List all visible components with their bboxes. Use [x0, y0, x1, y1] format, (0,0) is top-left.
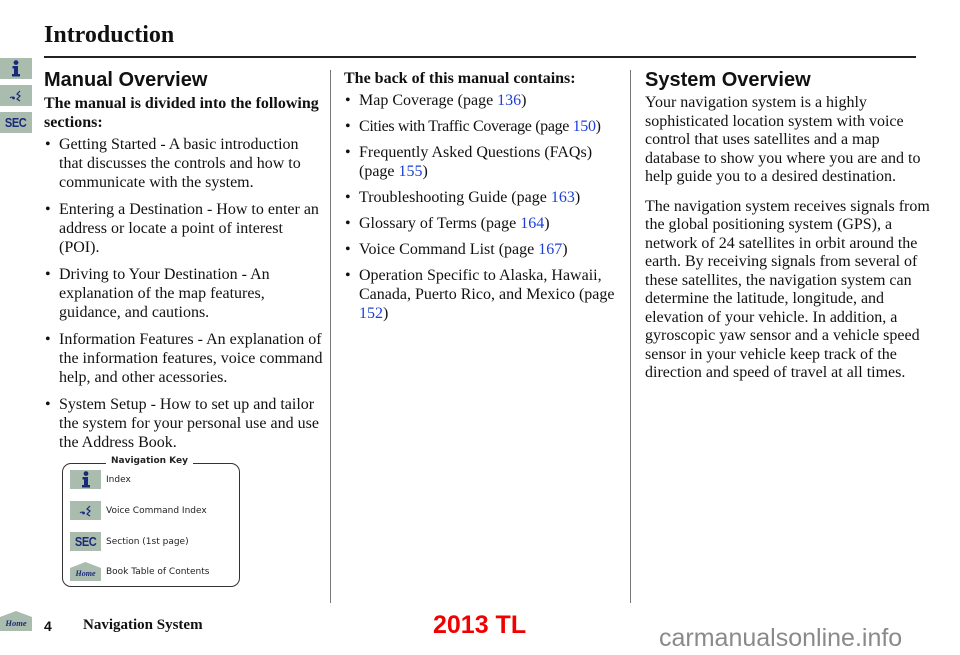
page-link[interactable]: 136 [497, 92, 521, 109]
nav-key-label: Section (1st page) [106, 536, 189, 547]
column-divider [330, 70, 331, 603]
side-tab-index[interactable] [0, 58, 32, 79]
book-title: Navigation System [83, 617, 203, 633]
nav-key-item-voice: Voice Command Index [70, 501, 207, 520]
page-link[interactable]: 164 [520, 215, 544, 232]
list-item: System Setup - How to set up and tailor … [44, 395, 324, 452]
page-link[interactable]: 155 [399, 163, 423, 180]
page-number: 4 [44, 618, 52, 634]
page-link[interactable]: 167 [538, 241, 562, 258]
section-heading: System Overview [645, 69, 811, 91]
back-of-manual-section: The back of this manual contains: Map Co… [344, 66, 626, 330]
section-heading: Manual Overview [44, 69, 208, 91]
paragraph: The navigation system receives signals f… [645, 197, 930, 382]
nav-key-item-section: SEC Section (1st page) [70, 532, 189, 551]
page-link[interactable]: 152 [359, 305, 383, 322]
nav-key-label: Index [106, 474, 131, 485]
nav-key-item-index: Index [70, 470, 131, 489]
watermark: carmanualsonline.info [659, 624, 903, 652]
voice-command-icon [70, 501, 101, 520]
lead-text: The back of this manual contains: [344, 70, 576, 87]
system-overview-section: System Overview Your navigation system i… [645, 66, 935, 394]
sections-list: Getting Started - A basic introduction t… [44, 135, 324, 452]
lead-text: The manual is divided into the following… [44, 95, 319, 131]
list-item: Voice Command List (page 167) [344, 240, 626, 259]
svg-text:Home: Home [75, 569, 96, 578]
list-item: Troubleshooting Guide (page 163) [344, 188, 626, 207]
model-label: 2013 TL [433, 611, 527, 639]
list-item: Entering a Destination - How to enter an… [44, 200, 324, 257]
paragraph: Your navigation system is a highly sophi… [645, 94, 921, 185]
manual-overview-section: Manual Overview The manual is divided in… [44, 66, 324, 460]
section-icon: SEC [70, 532, 101, 551]
nav-key-label: Book Table of Contents [106, 566, 210, 577]
header-rule [44, 56, 916, 58]
page-title: Introduction [44, 22, 175, 48]
page-link[interactable]: 150 [573, 118, 596, 135]
nav-key-item-home: Home Book Table of Contents [70, 562, 209, 581]
info-icon [70, 470, 101, 489]
info-icon [12, 60, 20, 77]
list-item: Cities with Traffic Coverage (page 150) [344, 117, 626, 136]
list-item: Driving to Your Destination - An explana… [44, 265, 324, 322]
svg-text:Home: Home [4, 618, 26, 628]
list-item: Information Features - An explanation of… [44, 330, 324, 387]
page-link[interactable]: 163 [551, 189, 575, 206]
list-item: Glossary of Terms (page 164) [344, 214, 626, 233]
home-icon: Home [70, 562, 101, 581]
navigation-key-title: Navigation Key [106, 456, 193, 466]
nav-key-label: Voice Command Index [106, 505, 207, 516]
section-icon: SEC [5, 115, 27, 130]
list-item: Map Coverage (page 136) [344, 91, 626, 110]
home-icon[interactable]: Home [0, 611, 32, 631]
column-divider [630, 70, 631, 603]
list-item: Operation Specific to Alaska, Hawaii, Ca… [344, 266, 626, 323]
back-contents-list: Map Coverage (page 136) Cities with Traf… [344, 91, 626, 323]
list-item: Frequently Asked Questions (FAQs) (page … [344, 143, 626, 181]
side-tab-section[interactable]: SEC [0, 112, 32, 133]
voice-command-icon [9, 90, 21, 101]
list-item: Getting Started - A basic introduction t… [44, 135, 324, 192]
side-tab-voice-command[interactable] [0, 85, 32, 106]
